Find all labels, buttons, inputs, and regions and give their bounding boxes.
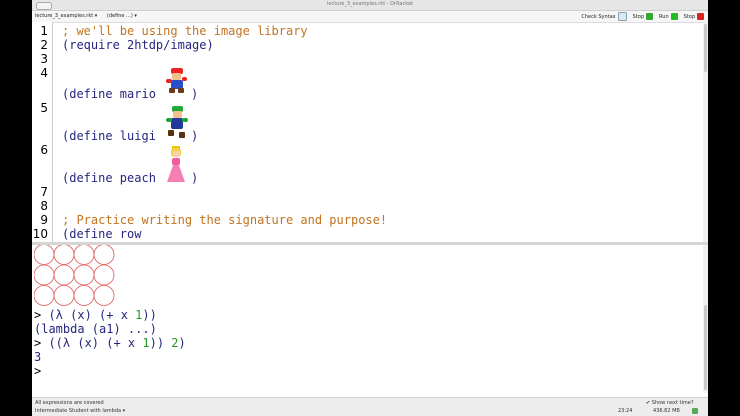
coverage-message: All expressions are covered [35, 400, 104, 406]
language-menu[interactable]: Intermediate Student with lambda ▾ [35, 408, 125, 414]
step-icon [646, 13, 654, 20]
line-number: 3 [40, 52, 48, 66]
define-mario-close: ) [191, 87, 199, 101]
run-button[interactable]: Run [659, 13, 678, 20]
code-line-1: ; we'll be using the image library [62, 24, 308, 38]
line-number: 8 [40, 199, 48, 213]
define-mario: (define mario [62, 87, 164, 101]
repl-input-1: > (λ (x) (+ x 1)) [34, 308, 157, 322]
stop-button[interactable]: Stop [684, 13, 704, 20]
step-button[interactable]: Stop [632, 13, 654, 20]
cursor-position: 23:24 [618, 408, 633, 414]
run-icon [670, 13, 678, 20]
step-label: Stop [632, 13, 645, 20]
line-number: 1 [40, 24, 48, 38]
code-line-10: (define row [62, 227, 142, 241]
peach-sprite [167, 146, 185, 182]
window-title: lecture_3_examples.rkt - DrRacket [327, 1, 413, 7]
circle-row-image [34, 245, 115, 306]
define-peach: (define peach [62, 171, 164, 185]
status-bar: All expressions are covered Intermediate… [32, 397, 708, 416]
code-line-9: ; Practice writing the signature and pur… [62, 213, 388, 227]
file-tab[interactable]: lecture_3_examples.rkt ▾ [35, 13, 97, 19]
repl-result-2: 3 [34, 350, 42, 364]
line-number: 10 [32, 227, 48, 241]
definitions-editor[interactable]: 1 2 3 4 5 6 7 8 9 10 ; we'll be using th… [32, 22, 708, 242]
define-peach-close: ) [191, 171, 199, 185]
magnifier-check-icon [617, 12, 627, 21]
define-menu[interactable]: (define ...) ▾ [107, 13, 137, 19]
repl-scrollbar[interactable] [703, 245, 708, 393]
drracket-window: lecture_3_examples.rkt - DrRacket lectur… [32, 0, 708, 416]
define-luigi: (define luigi [62, 129, 164, 143]
title-bar: lecture_3_examples.rkt - DrRacket [32, 0, 708, 11]
check-syntax-button[interactable]: Check Syntax [581, 12, 627, 21]
memory-usage[interactable]: 436.82 MB [653, 408, 680, 414]
line-number: 7 [40, 185, 48, 199]
define-luigi-close: ) [191, 129, 199, 143]
repl-input-2: > ((λ (x) (+ x 1)) 2) [34, 336, 186, 350]
editor-scrollbar[interactable] [703, 22, 708, 242]
run-label: Run [659, 13, 669, 20]
mario-sprite [166, 68, 187, 93]
code-line-2: (require 2htdp/image) [62, 38, 214, 52]
check-syntax-label: Check Syntax [581, 13, 616, 20]
repl-scroll-thumb[interactable] [704, 305, 707, 390]
luigi-sprite [166, 106, 188, 138]
gc-icon [692, 408, 698, 414]
stop-label: Stop [683, 13, 695, 20]
stop-icon [697, 13, 704, 20]
repl-prompt[interactable]: > [34, 364, 41, 378]
line-number: 6 [40, 143, 48, 157]
line-number: 4 [40, 66, 48, 80]
repl-result-1: (lambda (a1) ...) [34, 322, 157, 336]
line-number-gutter: 1 2 3 4 5 6 7 8 9 10 [32, 22, 53, 242]
line-number: 2 [40, 38, 48, 52]
interactions-pane[interactable]: > (λ (x) (+ x 1)) (lambda (a1) ...) > ((… [32, 245, 708, 393]
line-number: 5 [40, 101, 48, 115]
show-next-time-checkbox[interactable]: ✔ Show next time? [646, 400, 693, 406]
editor-scroll-thumb[interactable] [704, 24, 707, 72]
line-number: 9 [40, 213, 48, 227]
